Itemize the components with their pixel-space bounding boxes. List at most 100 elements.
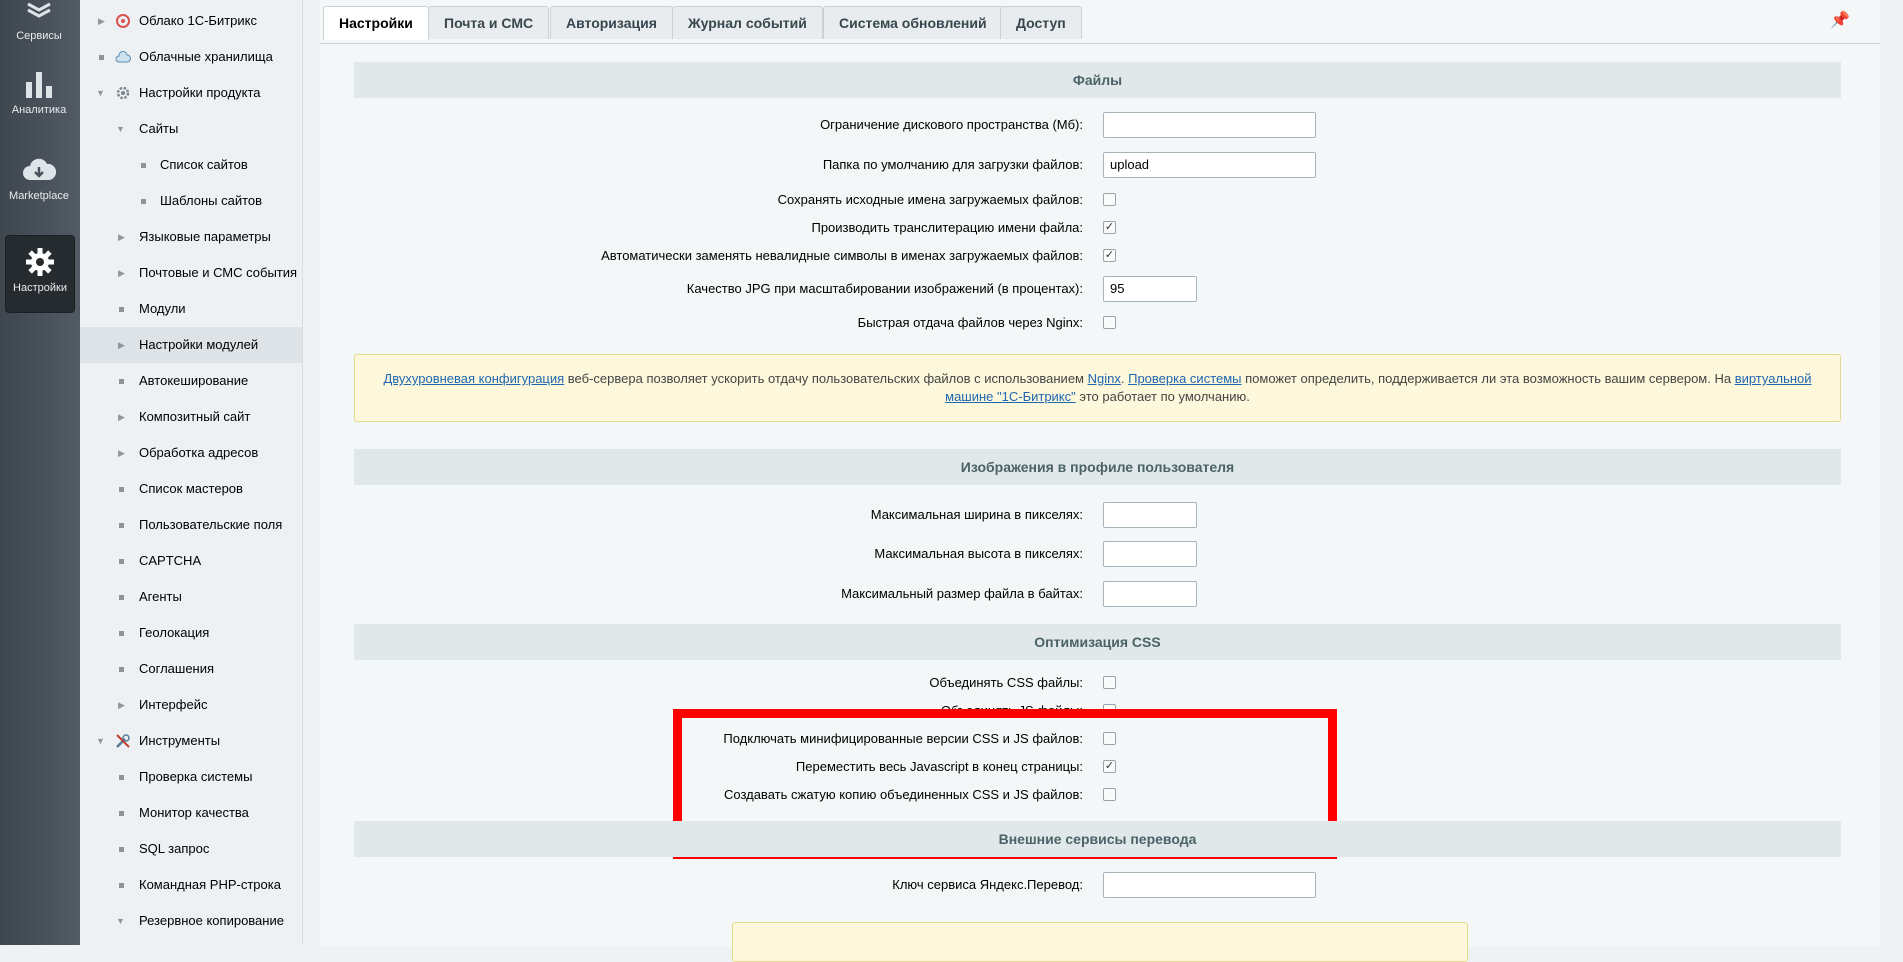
nav-settings[interactable]: Настройки [5,235,75,313]
menu-item-module-settings[interactable]: ▶ Настройки модулей [80,327,302,363]
menu-item-label: Настройки продукта [139,85,261,100]
nav-analytics[interactable]: Аналитика [5,68,73,144]
menu-item-language-params[interactable]: ▶ Языковые параметры [80,219,302,255]
menu-item-modules[interactable]: Модули [80,291,302,327]
max-size-input[interactable] [1103,581,1197,607]
keep-names-checkbox[interactable] [1103,193,1116,206]
collapse-arrow-icon[interactable]: ▼ [116,111,125,147]
expand-arrow-icon[interactable]: ▶ [118,255,125,291]
jpg-quality-input[interactable]: 95 [1103,276,1197,302]
menu-item-captcha[interactable]: CAPTCHA [80,543,302,579]
menu-item-url-processing[interactable]: ▶ Обработка адресов [80,435,302,471]
bullet-icon [119,883,124,888]
section-css-optimization-title: Оптимизация CSS [354,624,1841,660]
section-translation-title: Внешние сервисы перевода [354,821,1841,857]
system-check-link[interactable]: Проверка системы [1128,371,1241,386]
menu-item-system-check[interactable]: Проверка системы [80,759,302,795]
nav-services[interactable]: Сервисы [5,0,73,42]
tab-settings[interactable]: Настройки [323,6,429,40]
expand-arrow-icon[interactable]: ▶ [118,219,125,255]
expand-arrow-icon[interactable]: ▶ [118,687,125,723]
disk-limit-row: Ограничение дискового пространства (Мб): [354,112,1841,138]
menu-item-site-templates[interactable]: Шаблоны сайтов [80,183,302,219]
two-level-config-link[interactable]: Двухуровневая конфигурация [383,371,564,386]
settings-tabs: Настройки Почта и СМС Авторизация Журнал… [320,0,1880,44]
menu-item-interface[interactable]: ▶ Интерфейс [80,687,302,723]
menu-item-geolocation[interactable]: Геолокация [80,615,302,651]
menu-item-user-fields[interactable]: Пользовательские поля [80,507,302,543]
replace-invalid-checkbox[interactable]: ✓ [1103,249,1116,262]
translation-info-note [732,922,1468,962]
menu-item-label: Геолокация [139,625,210,640]
menu-item-sql-query[interactable]: SQL запрос [80,831,302,867]
menu-item-wizards-list[interactable]: Список мастеров [80,471,302,507]
tab-update-system[interactable]: Система обновлений [823,6,1003,39]
translit-label: Производить транслитерацию имени файла: [811,220,1083,235]
translit-checkbox[interactable]: ✓ [1103,221,1116,234]
max-height-label: Максимальная высота в пикселях: [874,546,1083,561]
disk-limit-input[interactable] [1103,112,1316,138]
expand-arrow-icon[interactable]: ▶ [98,3,105,39]
menu-item-tools[interactable]: ▼ Инструменты [80,723,302,759]
bullet-icon [119,847,124,852]
bullet-icon [99,55,104,60]
jpg-quality-row: Качество JPG при масштабировании изображ… [354,276,1841,302]
collapse-arrow-icon[interactable]: ▼ [116,903,125,939]
keep-names-row: Сохранять исходные имена загружаемых фай… [354,187,1841,213]
product-settings-gear-icon [116,86,130,100]
max-height-input[interactable] [1103,541,1197,567]
menu-item-label: Список мастеров [139,481,243,496]
menu-item-agreements[interactable]: Соглашения [80,651,302,687]
settings-panel: Файлы Ограничение дискового пространства… [320,43,1880,962]
menu-item-agents[interactable]: Агенты [80,579,302,615]
tab-mail-sms[interactable]: Почта и СМС [428,6,550,39]
menu-item-backup[interactable]: ▼ Резервное копирование [80,903,302,939]
tab-access[interactable]: Доступ [1000,6,1082,39]
combine-css-checkbox[interactable] [1103,676,1116,689]
menu-item-mail-sms-events[interactable]: ▶ Почтовые и СМС события [80,255,302,291]
upload-folder-input[interactable]: upload [1103,152,1316,178]
bullet-icon [119,307,124,312]
menu-item-label: Автокеширование [139,373,249,388]
menu-item-site-list[interactable]: Список сайтов [80,147,302,183]
nginx-checkbox[interactable] [1103,316,1116,329]
expand-arrow-icon[interactable]: ▶ [118,399,125,435]
menu-item-label: Модули [139,301,186,316]
bitrix-cloud-icon [116,14,130,28]
expand-arrow-icon[interactable]: ▶ [118,435,125,471]
menu-item-quality-monitor[interactable]: Монитор качества [80,795,302,831]
menu-item-label: Языковые параметры [139,229,271,244]
yandex-key-input[interactable] [1103,872,1316,898]
collapse-arrow-icon[interactable]: ▼ [96,75,105,111]
tab-event-log[interactable]: Журнал событий [672,6,823,39]
max-size-label: Максимальный размер файла в байтах: [841,586,1083,601]
menu-item-php-command-line[interactable]: Командная PHP-строка [80,867,302,903]
section-profile-images-title: Изображения в профиле пользователя [354,449,1841,485]
nginx-link[interactable]: Nginx [1088,371,1121,386]
menu-item-label: Список сайтов [160,157,248,172]
note-text: . [1120,371,1129,386]
expand-arrow-icon[interactable]: ▶ [118,327,125,363]
menu-item-label: Монитор качества [139,805,249,820]
menu-item-label: Интерфейс [139,697,208,712]
menu-item-cloud-storage[interactable]: Облачные хранилища [80,39,302,75]
nav-settings-label: Настройки [13,282,67,294]
menu-item-sites[interactable]: ▼ Сайты [80,111,302,147]
menu-item-label: Сайты [139,121,179,136]
global-nav-bar: Сервисы Аналитика Marketplace Настройки [0,0,80,945]
note-text: веб-сервера позволяет ускорить отдачу по… [564,371,1088,386]
jpg-quality-label: Качество JPG при масштабировании изображ… [686,281,1083,296]
nav-marketplace[interactable]: Marketplace [5,156,73,232]
max-width-input[interactable] [1103,502,1197,528]
menu-item-product-settings[interactable]: ▼ Настройки продукта [80,75,302,111]
collapse-arrow-icon[interactable]: ▼ [96,723,105,759]
section-files-title: Файлы [354,62,1841,98]
tab-authorization[interactable]: Авторизация [550,6,673,39]
bullet-icon [119,487,124,492]
bullet-icon [119,595,124,600]
pin-icon[interactable]: 📌 [1830,10,1850,30]
menu-item-composite-site[interactable]: ▶ Композитный сайт [80,399,302,435]
menu-item-bitrix-cloud[interactable]: ▶ Облако 1С-Битрикс [80,3,302,39]
menu-item-autocache[interactable]: Автокеширование [80,363,302,399]
nav-analytics-label: Аналитика [11,104,67,116]
